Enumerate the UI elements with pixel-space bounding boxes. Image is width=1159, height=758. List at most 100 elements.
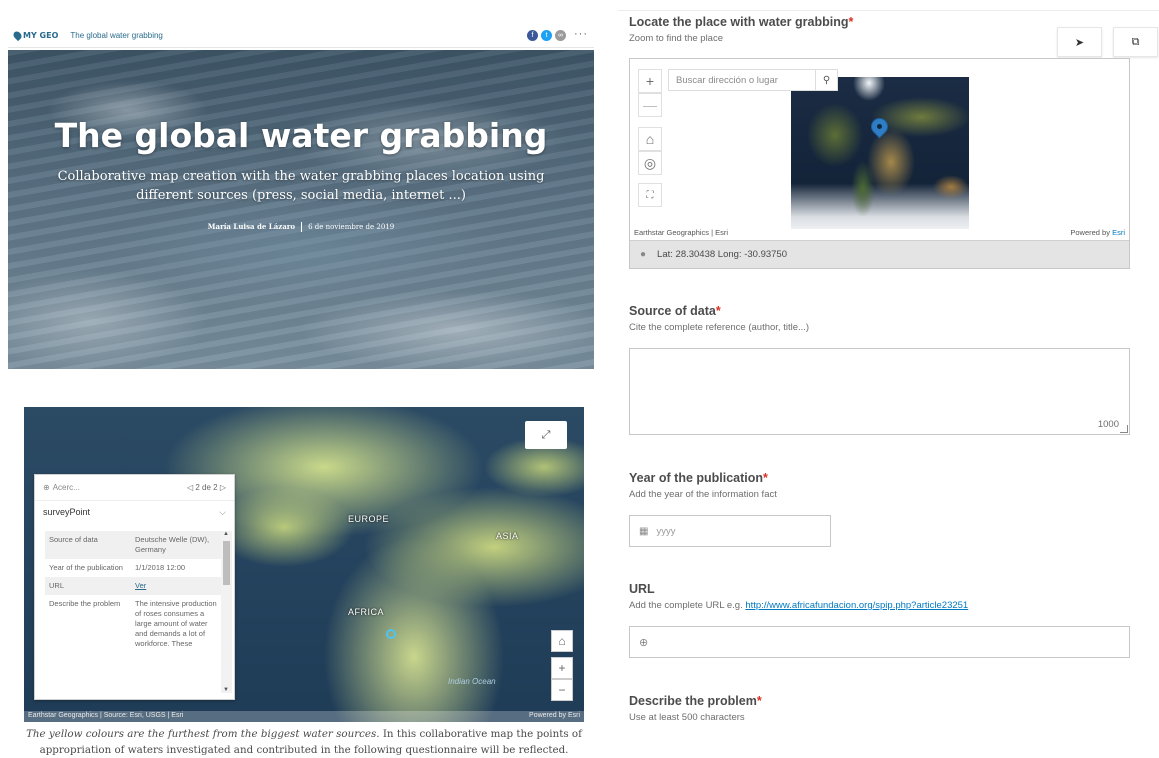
attribute-key: Source of data [45,531,131,559]
map-pin-icon: ● [640,249,647,260]
author-name: María Luisa de Lázaro [207,222,296,231]
search-placeholder: Buscar dirección o lugar [676,74,778,86]
attribute-value: The intensive production of roses consum… [135,599,217,648]
example-url-link[interactable]: http://www.africafundacion.org/spip.php?… [745,600,968,611]
esri-link[interactable]: Esri [1112,228,1125,237]
zoom-in-button[interactable]: + [638,69,662,93]
map-label-indian-ocean: Indian Ocean [448,677,496,686]
question-label-year: Year of the publication* [629,471,768,485]
resize-handle[interactable] [1120,425,1128,433]
powered-by-esri: Powered by Esri [1070,228,1125,237]
hint-text: Add the complete URL e.g. [629,600,746,611]
zoom-out-button[interactable]: − [551,679,573,701]
table-row: Year of the publication 1/1/2018 12:00 [45,559,221,577]
character-counter: 1000 [1097,419,1119,430]
expand-map-icon[interactable]: ⤢ [525,421,567,449]
select-tool-button[interactable]: ➤ [1057,27,1102,57]
hero-byline: María Luisa de Lázaro 6 de noviembre de 2… [8,222,594,232]
facebook-icon[interactable]: f [527,30,538,41]
scroll-down-icon[interactable]: ▼ [223,687,229,693]
link-icon[interactable]: ∞ [555,30,566,41]
popup-pager[interactable]: ◁ 2 de 2 ▷ [187,483,226,492]
question-hint-locate: Zoom to find the place [629,33,723,44]
home-icon[interactable]: ⌂ [638,127,662,151]
cursor-icon: ➤ [1074,36,1085,49]
question-label-url: URL [629,582,655,596]
popup-attributes: Source of data Deutsche Welle (DW), Germ… [45,531,232,693]
geopoint-map[interactable]: + — ⌂ ◎ ⛶ Buscar dirección o lugar ⚲ Ear… [630,59,1129,239]
twitter-icon[interactable]: t [541,30,552,41]
popup-header: ⊕ Acerc... ◁ 2 de 2 ▷ [35,475,234,501]
water-grabbing-map[interactable]: EUROPE ASIA AFRICA Indian Ocean ⤢ ⌂ + − … [24,407,584,722]
label-text: Describe the problem [629,694,757,708]
required-mark: * [848,15,854,29]
more-options-icon[interactable]: ··· [574,28,588,40]
required-mark: * [763,471,768,485]
scroll-up-icon[interactable]: ▲ [223,531,229,537]
url-view-link[interactable]: Ver [135,581,146,590]
popup-layer-row[interactable]: surveyPoint ⌵ [35,501,234,523]
year-input[interactable]: ▦ yyyy [629,515,831,547]
coordinates-text: Lat: 28.30438 Long: -30.93750 [657,249,787,260]
feature-popup: ⊕ Acerc... ◁ 2 de 2 ▷ surveyPoint ⌵ Sour… [34,474,235,700]
question-label-source: Source of data* [629,304,721,318]
attribute-table: Source of data Deutsche Welle (DW), Germ… [45,531,221,653]
attribute-key: Year of the publication [49,563,123,572]
map-label-asia: ASIA [496,531,519,541]
map-label-africa: AFRICA [348,607,385,617]
hero-cover: The global water grabbing Collaborative … [8,50,594,369]
locate-me-icon[interactable]: ◎ [638,151,662,175]
fullscreen-icon[interactable]: ⛶ [638,183,662,207]
byline-divider [301,222,303,232]
url-input[interactable]: ⊕ [629,626,1130,658]
question-hint-url: Add the complete URL e.g. http://www.afr… [629,600,968,611]
question-hint-year: Add the year of the information fact [629,489,777,500]
address-search-input[interactable]: Buscar dirección o lugar ⚲ [668,69,838,91]
source-textarea[interactable]: 1000 [629,348,1130,435]
calendar-icon[interactable]: ▦ [639,526,648,537]
zoom-to-icon[interactable]: ⊕ [43,483,50,492]
required-mark: * [756,694,762,708]
form-divider [618,10,1159,11]
share-buttons: f t ∞ [527,30,566,41]
globe-icon: ⊕ [639,636,649,649]
external-link-icon: ⧉ [1131,35,1140,48]
world-basemap[interactable] [791,77,969,229]
question-hint-problem: Use at least 500 characters [629,712,745,723]
chevron-down-icon[interactable]: ⌵ [219,507,226,518]
story-header: MY GEO The global water grabbing f t ∞ ·… [8,24,594,48]
home-icon[interactable]: ⌂ [551,630,573,652]
zoom-in-button[interactable]: + [551,657,573,679]
search-icon[interactable]: ⚲ [815,70,837,90]
year-placeholder: yyyy [656,525,676,537]
scrollbar-thumb[interactable] [223,541,230,585]
popup-zoom-label[interactable]: Acerc... [53,483,80,492]
mygeo-logo[interactable]: MY GEO [11,29,59,42]
open-external-button[interactable]: ⧉ [1113,27,1158,57]
map-controls: + — ⌂ ◎ ⛶ [638,69,662,207]
attribute-key: URL [45,577,131,595]
attribute-value: Deutsche Welle (DW), Germany [131,531,221,559]
survey-form: Locate the place with water grabbing* Zo… [618,0,1159,758]
hero-subtitle: Collaborative map creation with the wate… [57,169,545,203]
location-pin-icon [11,29,24,42]
map-attribution: Earthstar Geographics | Source: Esri, US… [24,711,584,722]
header-story-title: The global water grabbing [70,31,163,40]
map-caption: The yellow colours are the furthest from… [24,726,584,758]
question-hint-source: Cite the complete reference (author, tit… [629,322,810,333]
table-row: URL Ver [45,577,221,595]
map-attribution: Earthstar Geographics | Esri [634,228,729,237]
coordinates-bar: ● Lat: 28.30438 Long: -30.93750 [630,240,1129,268]
powered-by-esri[interactable]: Powered by Esri [529,712,580,719]
label-text: Year of the publication [629,471,764,485]
geopoint-field: + — ⌂ ◎ ⛶ Buscar dirección o lugar ⚲ Ear… [629,58,1130,269]
attribution-text: Earthstar Geographics | Source: Esri, US… [28,712,184,719]
zoom-out-button[interactable]: — [638,93,662,117]
table-row: Describe the problem The intensive produ… [45,595,221,653]
table-row: Source of data Deutsche Welle (DW), Germ… [45,531,221,559]
survey-point-marker[interactable] [386,629,396,639]
popup-scrollbar[interactable]: ▲ ▼ [221,531,232,693]
hero-title: The global water grabbing [54,116,548,155]
popup-layer-title: surveyPoint [43,507,91,517]
logo-text: MY GEO [23,31,59,40]
